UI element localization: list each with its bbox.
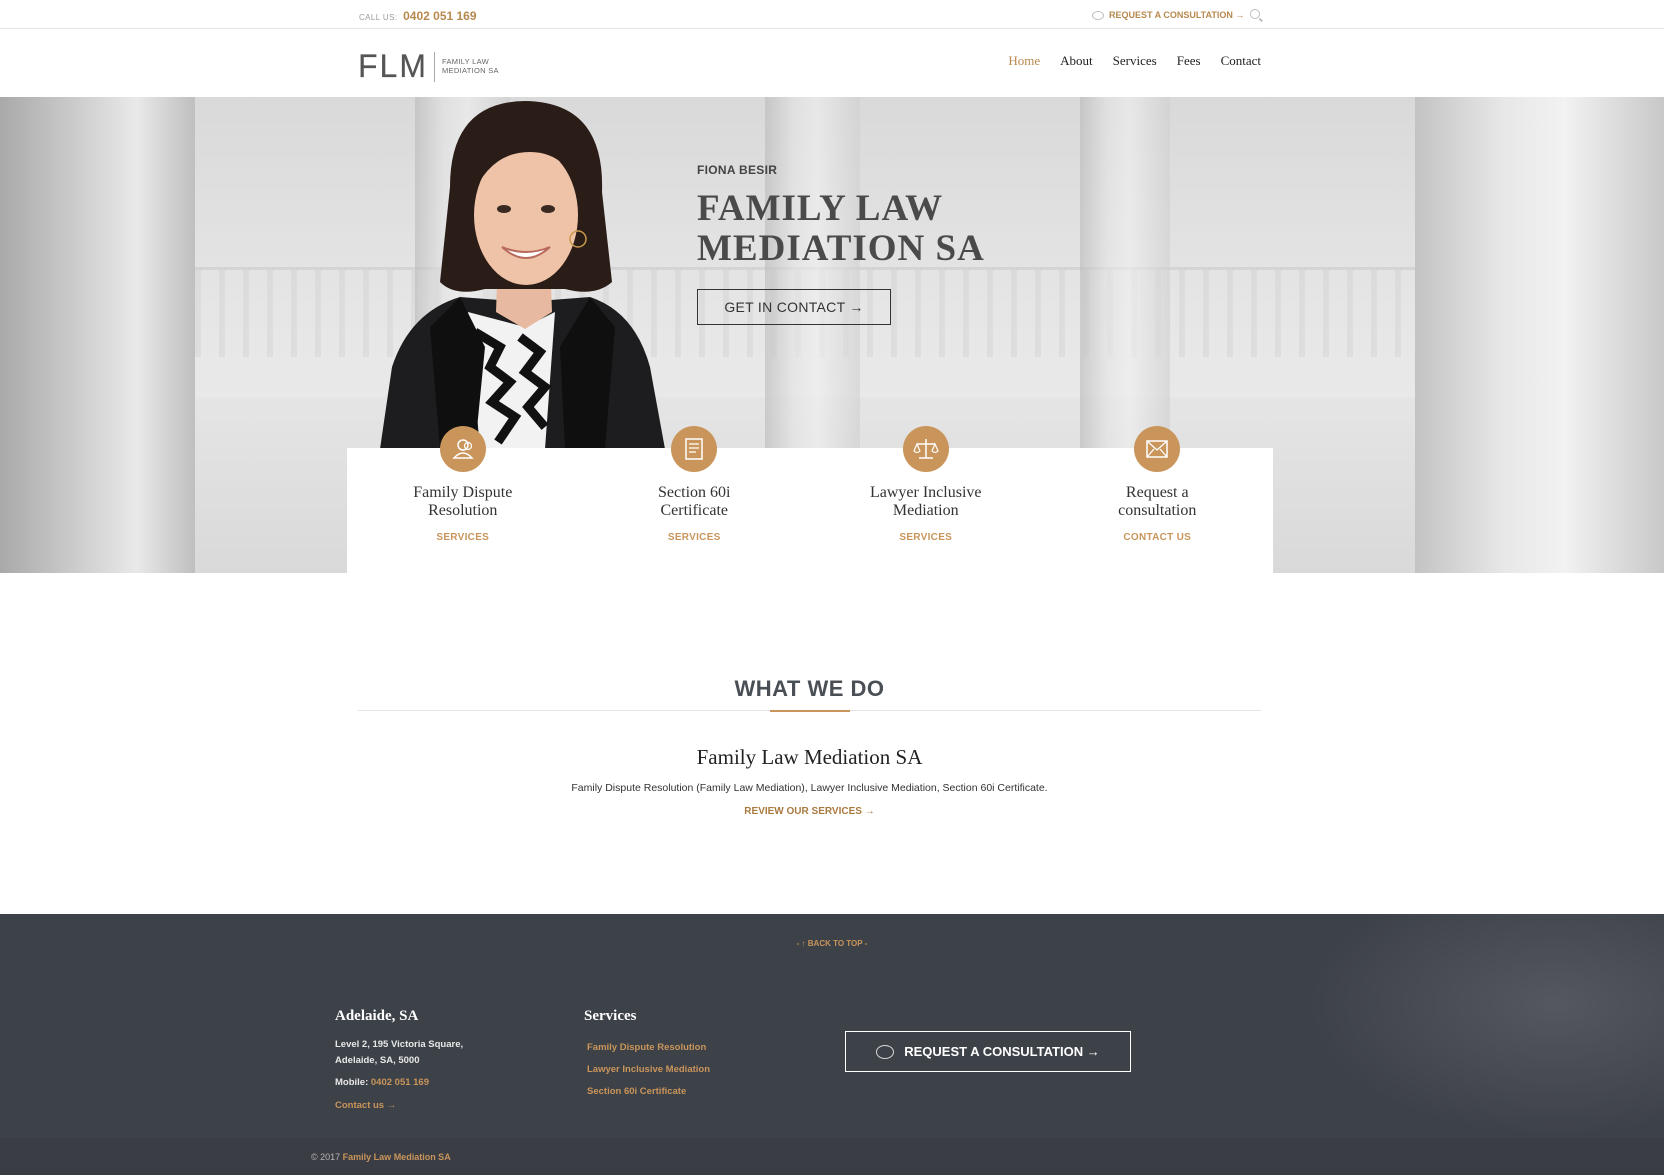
hero-column: [0, 97, 195, 573]
nav-fees[interactable]: Fees: [1177, 53, 1201, 69]
copyright-year: © 2017: [311, 1152, 341, 1162]
top-consult-link[interactable]: REQUEST A CONSULTATION →: [1092, 10, 1244, 20]
main-nav: Home About Services Fees Contact: [1008, 53, 1261, 69]
logo-divider: [434, 51, 435, 82]
hero-text: FIONA BESIR FAMILY LAW MEDIATION SA GET …: [697, 163, 985, 325]
hero-name: FIONA BESIR: [697, 163, 778, 177]
site-footer: - ↑ BACK TO TOP - Adelaide, SA Level 2, …: [0, 914, 1664, 1138]
people-icon: [439, 426, 486, 472]
footer-service-link[interactable]: Section 60i Certificate: [584, 1081, 710, 1103]
copyright-name[interactable]: Family Law Mediation SA: [343, 1152, 451, 1162]
nav-home[interactable]: Home: [1008, 53, 1040, 69]
copyright: © 2017 Family Law Mediation SA: [311, 1152, 451, 1162]
card-title-line1: Request a: [1125, 484, 1189, 501]
section-divider: [358, 710, 1261, 712]
site-header: FLM FAMILY LAW MEDIATION SA Home About S…: [0, 29, 1664, 97]
footer-services: Services Family Dispute Resolution Lawye…: [584, 1008, 710, 1103]
call-label: CALL US:: [359, 13, 398, 22]
certificate-icon: [671, 426, 718, 472]
chat-icon: [876, 1044, 895, 1059]
call-us: CALL US: 0402 051 169: [359, 9, 477, 23]
back-to-top-link[interactable]: - ↑ BACK TO TOP -: [0, 939, 1664, 948]
top-consult-label: REQUEST A CONSULTATION →: [1109, 10, 1245, 20]
nav-contact[interactable]: Contact: [1221, 53, 1261, 69]
search-icon[interactable]: [1250, 9, 1260, 19]
nav-services[interactable]: Services: [1113, 53, 1157, 69]
card-link[interactable]: SERVICES: [347, 532, 579, 543]
what-we-do-section: WHAT WE DO Family Law Mediation SA Famil…: [358, 676, 1261, 817]
footer-consult-button[interactable]: REQUEST A CONSULTATION →: [845, 1031, 1131, 1072]
card-lawyer-inclusive[interactable]: Lawyer Inclusive Mediation SERVICES: [810, 426, 1042, 573]
card-link[interactable]: SERVICES: [579, 532, 811, 543]
card-title: Lawyer Inclusive Mediation: [810, 484, 1042, 520]
phone-link[interactable]: 0402 051 169: [403, 9, 476, 23]
card-title: Section 60i Certificate: [579, 484, 811, 520]
card-title: Request a consultation: [1042, 484, 1274, 520]
envelope-icon: [1134, 426, 1181, 472]
footer-consult-label: REQUEST A CONSULTATION →: [904, 1044, 1100, 1059]
scales-icon: [902, 426, 949, 472]
footer-service-link[interactable]: Lawyer Inclusive Mediation: [584, 1059, 710, 1081]
card-link[interactable]: CONTACT US: [1042, 532, 1274, 543]
footer-service-link[interactable]: Family Dispute Resolution: [584, 1037, 710, 1059]
card-request-consultation[interactable]: Request a consultation CONTACT US: [1042, 426, 1274, 573]
section-description: Family Dispute Resolution (Family Law Me…: [571, 782, 1048, 794]
address-line2: Adelaide, SA, 5000: [335, 1055, 420, 1066]
hero-title: FAMILY LAW MEDIATION SA: [697, 189, 985, 269]
address-line1: Level 2, 195 Victoria Square,: [335, 1039, 464, 1050]
copyright-bar: © 2017 Family Law Mediation SA: [0, 1138, 1664, 1175]
card-title: Family Dispute Resolution: [347, 484, 579, 520]
service-cards: Family Dispute Resolution SERVICES Secti…: [347, 426, 1274, 573]
review-services-link[interactable]: REVIEW OUR SERVICES →: [358, 806, 1261, 817]
card-link[interactable]: SERVICES: [810, 532, 1042, 543]
card-title-line2: Resolution: [428, 502, 498, 519]
card-title-line1: Lawyer Inclusive: [869, 484, 982, 501]
card-title-line2: Certificate: [660, 502, 728, 519]
contact-us-link[interactable]: Contact us →: [335, 1098, 463, 1114]
card-title-line1: Section 60i: [658, 484, 731, 501]
location-heading: Adelaide, SA: [335, 1008, 419, 1024]
portrait-image: [380, 101, 665, 449]
chat-icon: [1092, 10, 1104, 20]
section-subheading: Family Law Mediation SA: [696, 745, 923, 769]
card-family-dispute[interactable]: Family Dispute Resolution SERVICES: [347, 426, 579, 573]
logo-text: FAMILY LAW MEDIATION SA: [442, 57, 499, 75]
top-bar: CALL US: 0402 051 169 REQUEST A CONSULTA…: [0, 0, 1664, 29]
card-title-line2: Mediation: [892, 502, 959, 519]
mobile-row: Mobile: 0402 051 169: [335, 1075, 463, 1091]
section-heading: WHAT WE DO: [734, 676, 885, 701]
hero-column: [1415, 97, 1664, 573]
footer-location: Adelaide, SA Level 2, 195 Victoria Squar…: [335, 1008, 463, 1114]
get-in-contact-button[interactable]: GET IN CONTACT →: [697, 289, 891, 325]
mobile-link[interactable]: 0402 051 169: [371, 1077, 429, 1088]
hero-title-line1: FAMILY LAW: [697, 188, 944, 229]
logo-mark: FLM: [358, 48, 428, 84]
services-heading: Services: [584, 1008, 637, 1024]
hero-title-line2: MEDIATION SA: [697, 228, 985, 269]
logo[interactable]: FLM FAMILY LAW MEDIATION SA: [358, 48, 502, 85]
card-section-60i[interactable]: Section 60i Certificate SERVICES: [579, 426, 811, 573]
nav-about[interactable]: About: [1060, 53, 1093, 69]
card-title-line1: Family Dispute: [413, 484, 513, 501]
mobile-label: Mobile:: [335, 1077, 369, 1088]
card-title-line2: consultation: [1118, 502, 1197, 519]
